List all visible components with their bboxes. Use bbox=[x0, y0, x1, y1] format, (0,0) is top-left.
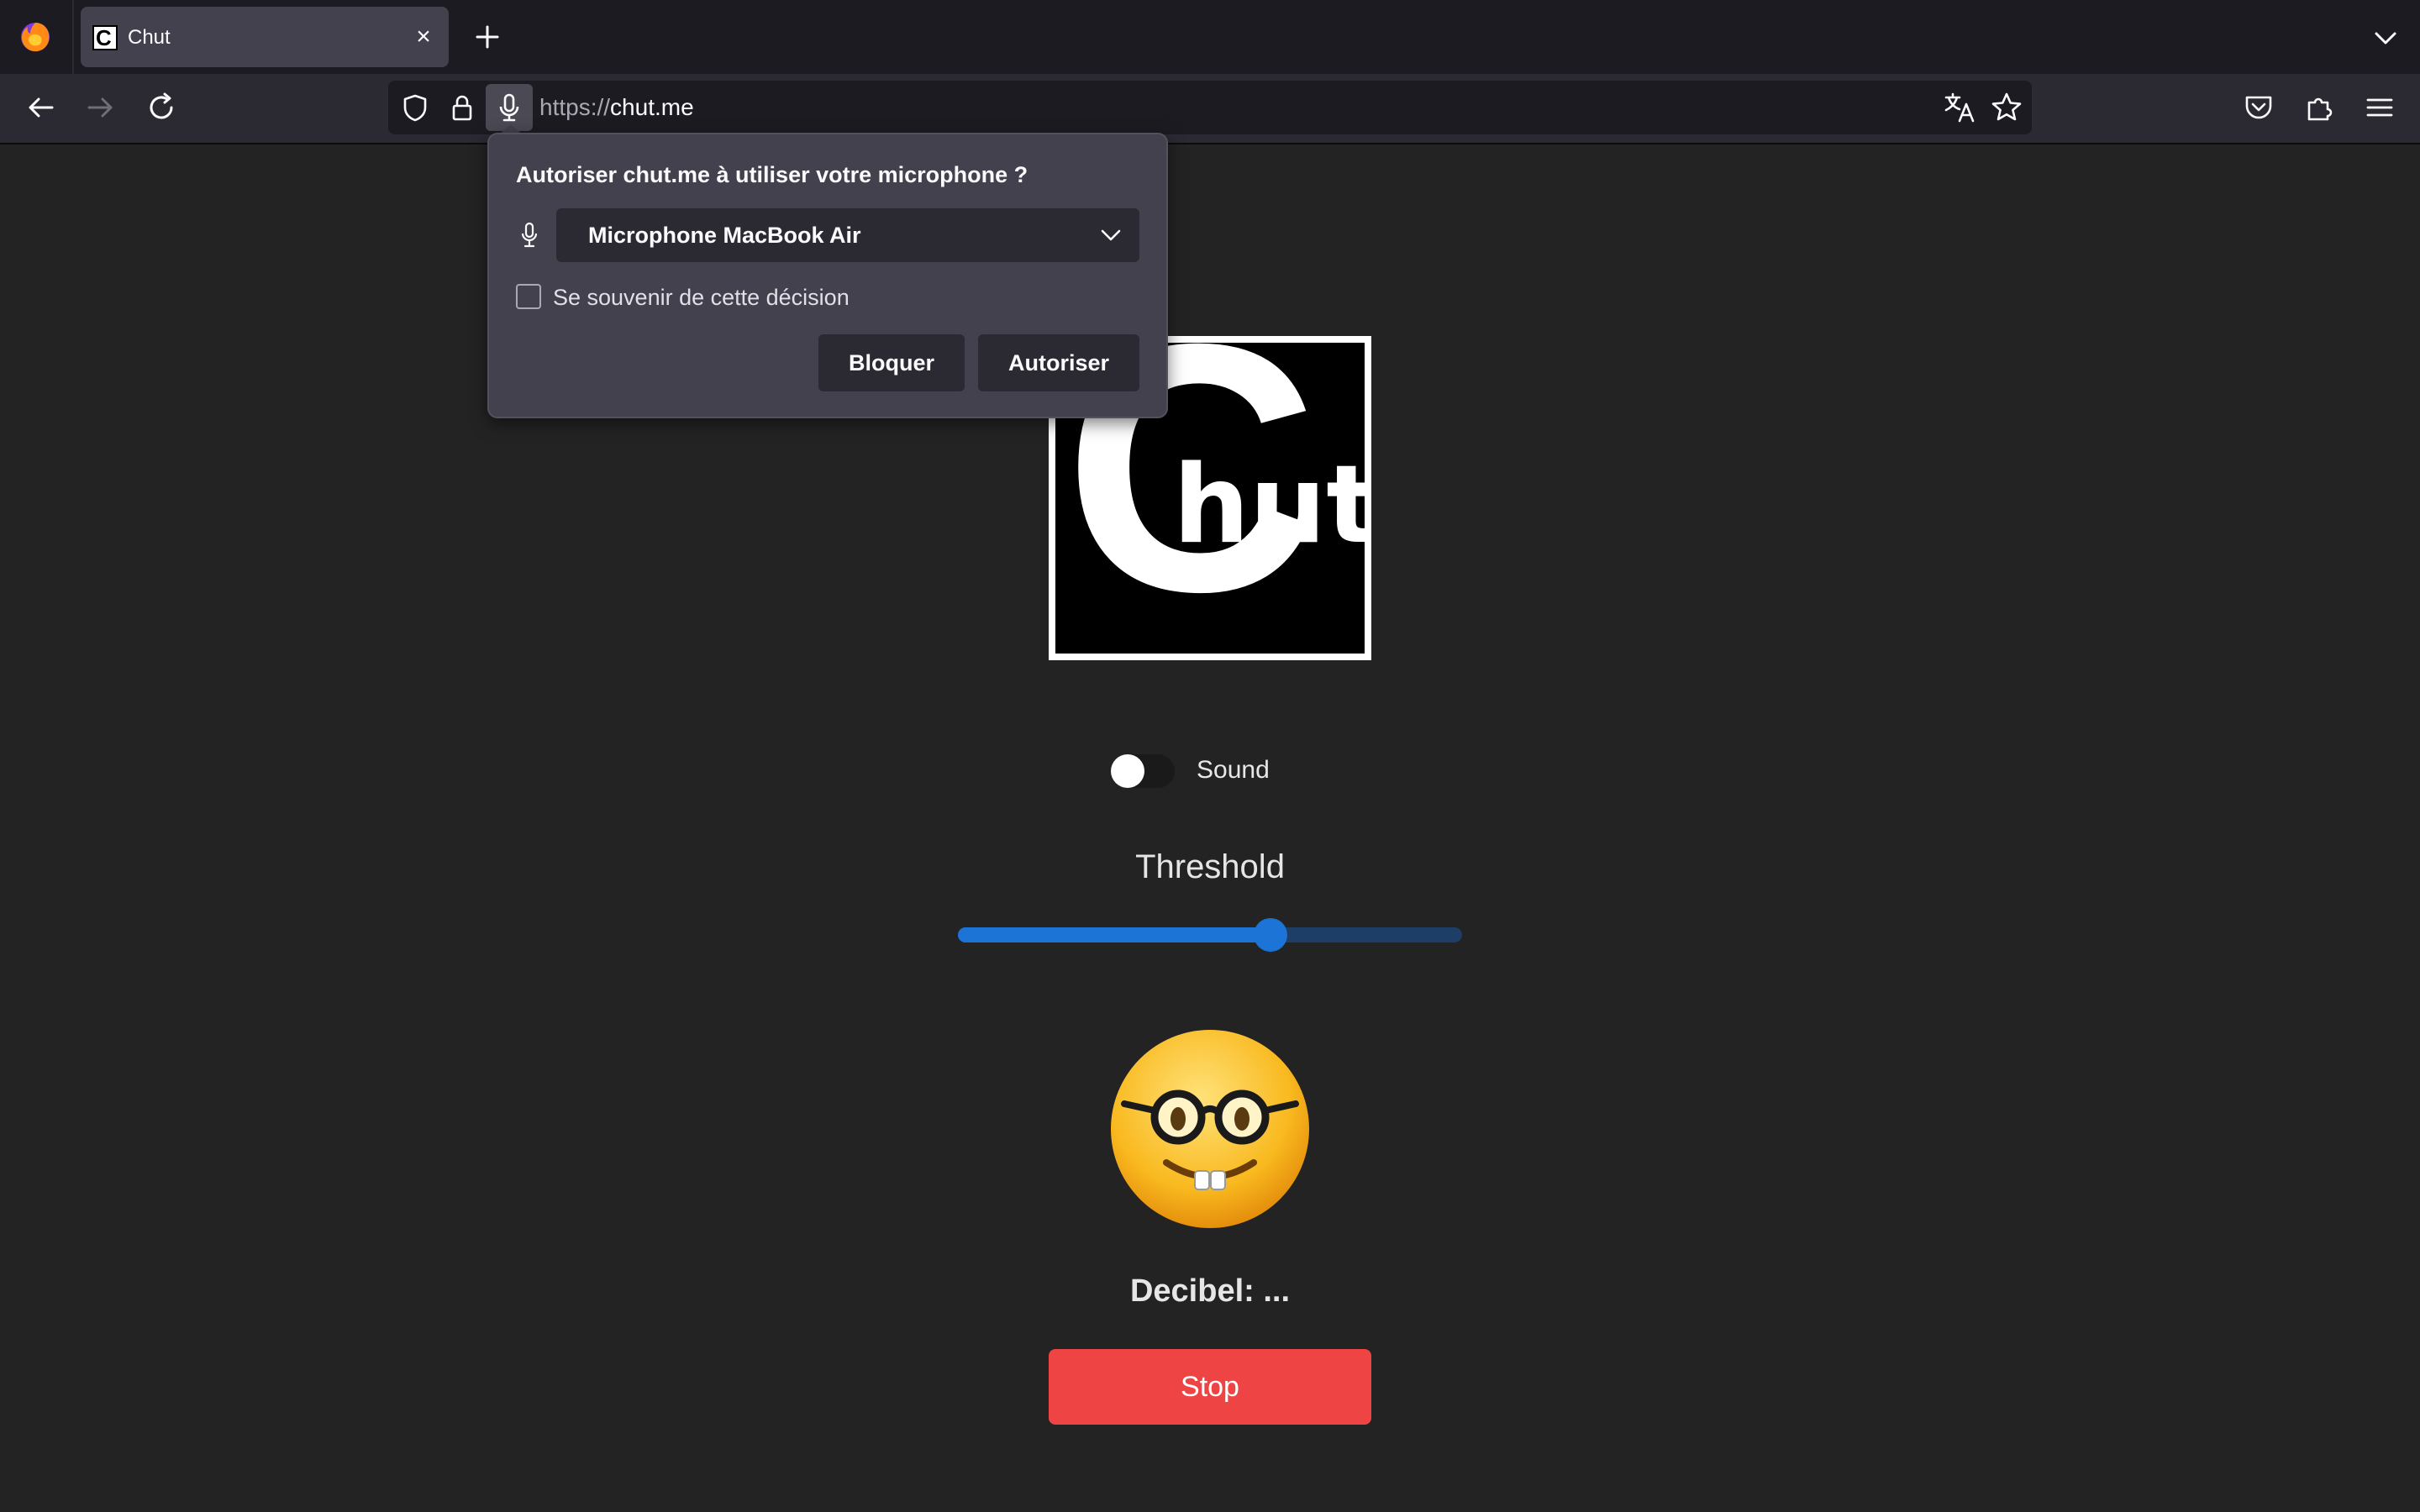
stop-button[interactable]: Stop bbox=[1049, 1349, 1371, 1425]
nerd-face-icon bbox=[1111, 1030, 1309, 1228]
forward-arrow-icon[interactable] bbox=[82, 89, 119, 126]
url-host: chut.me bbox=[610, 94, 694, 120]
plus-icon[interactable] bbox=[469, 18, 506, 55]
selected-device: Microphone MacBook Air bbox=[588, 223, 861, 248]
translate-icon[interactable] bbox=[1941, 89, 1978, 126]
lock-icon[interactable] bbox=[445, 91, 479, 124]
star-icon[interactable] bbox=[1988, 89, 2025, 126]
tab-title: Chut bbox=[128, 26, 171, 49]
sound-label: Sound bbox=[1197, 756, 1270, 784]
favicon-letter: C bbox=[96, 25, 112, 50]
chevron-down-icon[interactable] bbox=[1097, 222, 1124, 249]
block-button[interactable]: Bloquer bbox=[818, 334, 965, 391]
decibel-readout: Decibel: ... bbox=[1129, 1273, 1291, 1309]
threshold-slider-thumb[interactable] bbox=[1254, 918, 1287, 952]
url-scheme: https:// bbox=[539, 94, 611, 120]
sound-toggle-knob[interactable] bbox=[1111, 754, 1144, 788]
microphone-icon bbox=[499, 93, 519, 122]
puzzle-icon[interactable] bbox=[2301, 89, 2338, 126]
firefox-icon[interactable] bbox=[17, 18, 54, 55]
remember-decision-checkbox[interactable] bbox=[516, 284, 541, 309]
threshold-label: Threshold bbox=[1135, 848, 1285, 885]
threshold-slider-fill bbox=[958, 927, 1270, 942]
url-text[interactable]: https://chut.me bbox=[539, 94, 694, 121]
allow-button[interactable]: Autoriser bbox=[978, 334, 1139, 391]
remember-decision-label[interactable]: Se souvenir de cette décision bbox=[553, 285, 850, 311]
shield-icon[interactable] bbox=[398, 91, 432, 124]
tab-favicon: C bbox=[92, 25, 118, 50]
tab-separator bbox=[72, 0, 74, 74]
hamburger-menu-icon[interactable] bbox=[2361, 89, 2398, 126]
back-arrow-icon[interactable] bbox=[22, 89, 59, 126]
pocket-icon[interactable] bbox=[2240, 89, 2277, 126]
logo-text: hut bbox=[1173, 443, 1371, 568]
microphone-icon bbox=[521, 222, 538, 248]
permission-title: Autoriser chut.me à utiliser votre micro… bbox=[516, 162, 1028, 187]
close-icon[interactable]: × bbox=[408, 22, 439, 52]
chevron-down-icon[interactable] bbox=[2371, 24, 2400, 52]
reload-icon[interactable] bbox=[143, 89, 180, 126]
